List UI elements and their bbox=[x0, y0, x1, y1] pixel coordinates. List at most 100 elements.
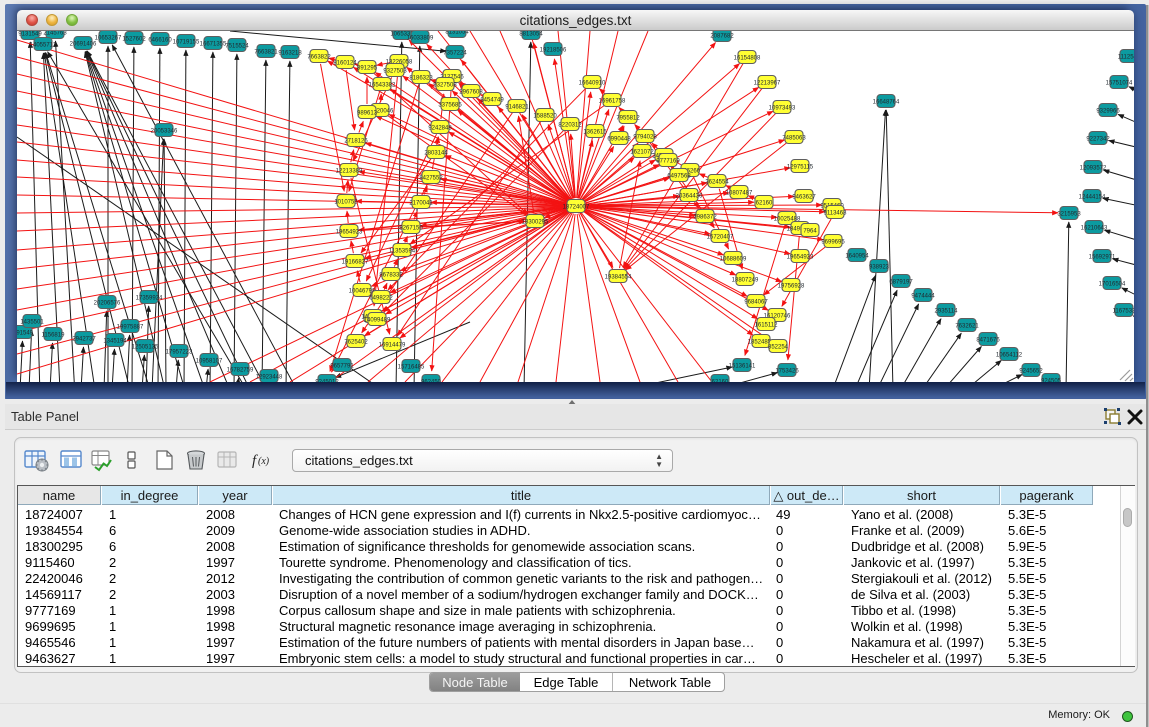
svg-text:8678332: 8678332 bbox=[379, 272, 403, 278]
svg-text:19654923: 19654923 bbox=[787, 254, 814, 260]
svg-text:8220312: 8220312 bbox=[558, 122, 582, 128]
svg-text:9777169: 9777169 bbox=[656, 158, 680, 164]
svg-text:1362615: 1362615 bbox=[583, 129, 607, 135]
svg-text:16961758: 16961758 bbox=[599, 98, 626, 104]
svg-text:9794028: 9794028 bbox=[633, 134, 657, 140]
svg-text:16033809: 16033809 bbox=[407, 35, 434, 41]
svg-text:1527602: 1527602 bbox=[122, 36, 146, 42]
svg-text:7515524: 7515524 bbox=[225, 43, 249, 49]
svg-text:9327508: 9327508 bbox=[433, 82, 457, 88]
svg-text:20691406: 20691406 bbox=[70, 41, 97, 47]
svg-text:1345194: 1345194 bbox=[103, 338, 127, 344]
svg-text:10958107: 10958107 bbox=[196, 358, 223, 364]
svg-text:15720407: 15720407 bbox=[707, 234, 734, 240]
svg-text:6466160: 6466160 bbox=[148, 37, 172, 43]
svg-text:9227342: 9227342 bbox=[1086, 136, 1110, 142]
svg-text:1753426: 1753426 bbox=[775, 368, 799, 374]
svg-text:1621072: 1621072 bbox=[630, 149, 654, 155]
svg-text:9463627: 9463627 bbox=[792, 194, 816, 200]
svg-text:2718126: 2718126 bbox=[344, 138, 368, 144]
svg-text:19384554: 19384554 bbox=[605, 274, 632, 280]
svg-text:9684067: 9684067 bbox=[744, 299, 768, 305]
svg-text:1112543: 1112543 bbox=[1118, 54, 1134, 60]
svg-text:16640910: 16640910 bbox=[579, 80, 606, 86]
svg-text:3624554: 3624554 bbox=[705, 179, 729, 185]
svg-text:10973493: 10973493 bbox=[769, 105, 796, 111]
svg-text:2803144: 2803144 bbox=[424, 150, 448, 156]
svg-text:7625402: 7625402 bbox=[344, 339, 368, 345]
svg-text:2145763: 2145763 bbox=[43, 31, 67, 36]
svg-text:20053346: 20053346 bbox=[151, 128, 178, 134]
svg-text:16914479: 16914479 bbox=[379, 342, 406, 348]
svg-text:20206576: 20206576 bbox=[94, 300, 121, 306]
svg-text:19166827: 19166827 bbox=[342, 259, 369, 265]
svg-text:15692971: 15692971 bbox=[1089, 254, 1116, 260]
svg-text:18724007: 18724007 bbox=[563, 204, 590, 210]
svg-text:16210643: 16210643 bbox=[1081, 225, 1108, 231]
svg-text:10807487: 10807487 bbox=[726, 190, 753, 196]
svg-text:1010755: 1010755 bbox=[334, 199, 358, 205]
svg-text:8267150: 8267150 bbox=[399, 225, 423, 231]
svg-text:2170041: 2170041 bbox=[409, 200, 433, 206]
svg-text:962450: 962450 bbox=[421, 379, 442, 382]
svg-text:7632621: 7632621 bbox=[955, 323, 979, 329]
svg-text:9327503: 9327503 bbox=[383, 68, 407, 74]
svg-text:8454749: 8454749 bbox=[480, 97, 504, 103]
svg-text:19654923: 19654923 bbox=[336, 229, 363, 235]
svg-text:10653267: 10653267 bbox=[95, 35, 122, 41]
svg-text:6879197: 6879197 bbox=[889, 279, 913, 285]
svg-text:7485063: 7485063 bbox=[782, 135, 806, 141]
svg-text:1167533: 1167533 bbox=[1113, 308, 1134, 314]
svg-text:2967608: 2967608 bbox=[459, 89, 483, 95]
svg-text:7357224: 7357224 bbox=[443, 50, 467, 56]
svg-text:62160: 62160 bbox=[756, 200, 773, 206]
svg-text:9131549: 9131549 bbox=[18, 31, 42, 37]
svg-text:3215953: 3215953 bbox=[1057, 211, 1081, 217]
svg-text:8131054: 8131054 bbox=[445, 31, 469, 35]
svg-text:11353594: 11353594 bbox=[389, 248, 416, 254]
svg-text:7986372: 7986372 bbox=[693, 214, 717, 220]
svg-text:(x): (x) bbox=[258, 456, 270, 467]
svg-text:9113463: 9113463 bbox=[824, 210, 848, 216]
svg-text:9699695: 9699695 bbox=[821, 239, 845, 245]
svg-text:8427552: 8427552 bbox=[419, 175, 443, 181]
svg-text:16154808: 16154808 bbox=[734, 55, 761, 61]
svg-text:1640954: 1640954 bbox=[845, 253, 869, 259]
svg-text:15716485: 15716485 bbox=[398, 364, 425, 370]
svg-text:852254: 852254 bbox=[768, 344, 789, 350]
svg-text:17359924: 17359924 bbox=[136, 295, 163, 301]
svg-text:8813054: 8813054 bbox=[519, 31, 543, 37]
svg-text:1615112: 1615112 bbox=[755, 322, 779, 328]
svg-text:18807249: 18807249 bbox=[732, 277, 759, 283]
svg-text:8160124: 8160124 bbox=[333, 60, 357, 66]
svg-text:6498222: 6498222 bbox=[369, 295, 393, 301]
svg-text:10654112: 10654112 bbox=[996, 352, 1023, 358]
svg-text:19975887: 19975887 bbox=[117, 324, 144, 330]
svg-text:15751074: 15751074 bbox=[1106, 80, 1133, 86]
svg-text:16648764: 16648764 bbox=[873, 99, 900, 105]
svg-text:9657791: 9657791 bbox=[330, 363, 354, 369]
svg-text:1156819: 1156819 bbox=[42, 332, 66, 338]
svg-text:12444154: 12444154 bbox=[1079, 194, 1106, 200]
svg-text:6990448: 6990448 bbox=[607, 136, 631, 142]
svg-text:6497568: 6497568 bbox=[667, 173, 691, 179]
svg-text:9163218: 9163218 bbox=[278, 50, 302, 56]
svg-text:10719155: 10719155 bbox=[173, 39, 200, 45]
svg-text:7964: 7964 bbox=[803, 228, 817, 234]
svg-text:9474444: 9474444 bbox=[911, 293, 935, 299]
svg-text:17957223: 17957223 bbox=[166, 349, 193, 355]
svg-text:891295: 891295 bbox=[357, 65, 378, 71]
svg-text:9329966: 9329966 bbox=[1096, 108, 1120, 114]
svg-text:16671355: 16671355 bbox=[200, 41, 227, 47]
svg-text:10688609: 10688609 bbox=[720, 256, 747, 262]
svg-text:391549: 391549 bbox=[17, 330, 34, 336]
svg-text:12213967: 12213967 bbox=[754, 80, 781, 86]
svg-text:8186323: 8186323 bbox=[409, 75, 433, 81]
svg-text:1435501: 1435501 bbox=[20, 319, 44, 325]
svg-text:12923448: 12923448 bbox=[256, 374, 283, 380]
svg-text:2935114: 2935114 bbox=[935, 308, 959, 314]
svg-text:14055712: 14055712 bbox=[30, 42, 57, 48]
svg-text:12975115: 12975115 bbox=[787, 164, 814, 170]
svg-text:1588520: 1588520 bbox=[533, 113, 557, 119]
svg-text:16543382: 16543382 bbox=[369, 82, 396, 88]
